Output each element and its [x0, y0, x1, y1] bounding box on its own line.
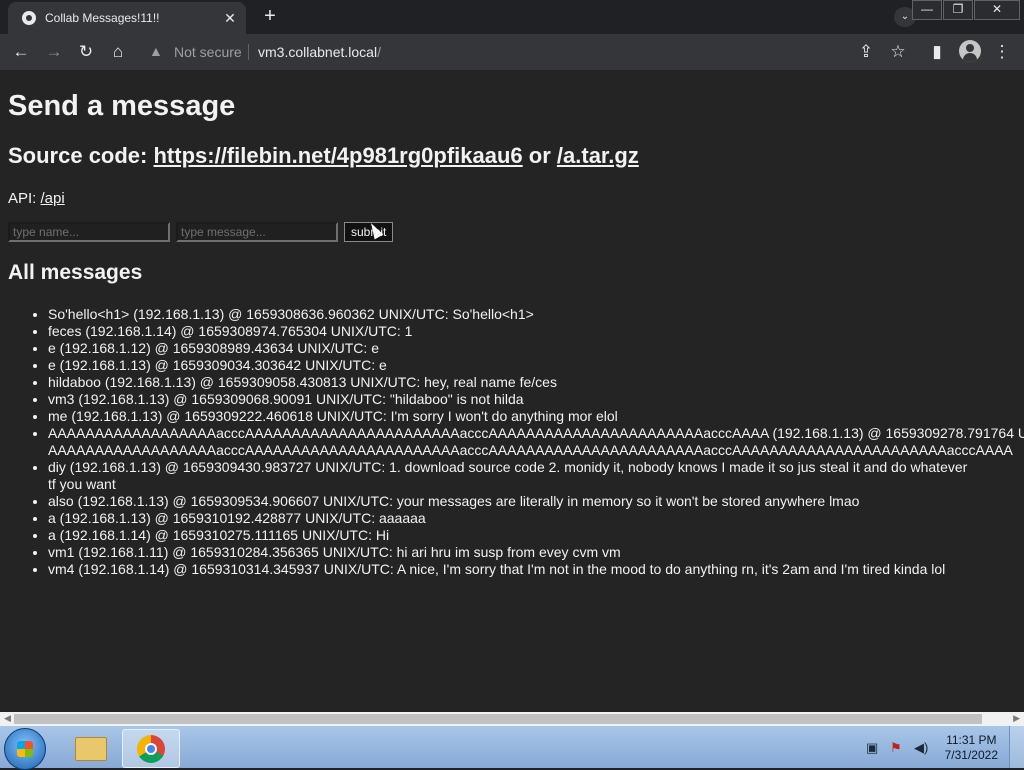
messages-list: So'hello<h1> (192.168.1.13) @ 1659308636…: [8, 306, 1024, 578]
close-window-button[interactable]: ✕: [974, 0, 1020, 20]
home-button[interactable]: ⌂: [107, 41, 129, 63]
scroll-right-arrow-icon[interactable]: ▶: [1013, 713, 1020, 724]
tab-active[interactable]: Collab Messages!11!! ✕: [8, 2, 246, 34]
list-item: a (192.168.1.14) @ 1659310275.111165 UNI…: [48, 527, 1024, 544]
list-item: vm3 (192.168.1.13) @ 1659309068.90091 UN…: [48, 391, 1024, 408]
warning-icon[interactable]: ▲: [149, 43, 163, 59]
source-code-heading: Source code: https://filebin.net/4p981rg…: [8, 143, 639, 169]
taskbar-chrome[interactable]: [122, 729, 180, 768]
bookmark-star-icon[interactable]: ☆: [887, 41, 909, 63]
page-title: Send a message: [8, 90, 236, 122]
show-desktop-button[interactable]: [1009, 726, 1024, 768]
address-bar[interactable]: ▲ Not secure vm3.collabnet.local/: [140, 38, 840, 66]
message-input[interactable]: [176, 222, 338, 242]
url-path: /: [377, 44, 381, 60]
forward-button[interactable]: →: [43, 41, 65, 63]
tab-title: Collab Messages!11!!: [45, 11, 160, 25]
system-clock[interactable]: 11:31 PM 7/31/2022: [945, 733, 998, 763]
reload-button[interactable]: ↻: [75, 41, 97, 63]
list-item: feces (192.168.1.14) @ 1659308974.765304…: [48, 323, 1024, 340]
start-button[interactable]: [4, 728, 46, 770]
messages-heading: All messages: [8, 261, 143, 284]
list-item: hildaboo (192.168.1.13) @ 1659309058.430…: [48, 374, 1024, 391]
browser-menu-icon[interactable]: ⋮: [991, 41, 1013, 63]
list-item: So'hello<h1> (192.168.1.13) @ 1659308636…: [48, 306, 1024, 323]
taskbar-explorer[interactable]: [62, 729, 118, 766]
list-item: vm4 (192.168.1.14) @ 1659310314.345937 U…: [48, 561, 1024, 578]
profile-avatar-icon[interactable]: [959, 40, 981, 62]
minimize-button[interactable]: —: [912, 0, 942, 20]
site-favicon-icon: [22, 11, 36, 25]
list-item: vm1 (192.168.1.11) @ 1659310284.356365 U…: [48, 544, 1024, 561]
source-prefix: Source code:: [8, 143, 154, 168]
api-line: API: /api: [8, 190, 65, 207]
scroll-left-arrow-icon[interactable]: ◀: [4, 713, 11, 724]
side-panel-icon[interactable]: ▮: [926, 41, 948, 63]
security-label[interactable]: Not secure: [174, 44, 242, 60]
list-item: diy (192.168.1.13) @ 1659309430.983727 U…: [48, 459, 978, 493]
source-link-tarball[interactable]: /a.tar.gz: [557, 143, 639, 168]
list-item: also (192.168.1.13) @ 1659309534.906607 …: [48, 493, 1024, 510]
url-text[interactable]: vm3.collabnet.local/: [258, 44, 381, 60]
chrome-icon: [137, 735, 165, 763]
scrollbar-thumb[interactable]: [14, 714, 982, 724]
list-item: me (192.168.1.13) @ 1659309222.460618 UN…: [48, 408, 1024, 425]
omnibox-divider: [248, 44, 249, 60]
page-content: Send a message Source code: https://file…: [0, 70, 1024, 712]
list-item: a (192.168.1.13) @ 1659310192.428877 UNI…: [48, 510, 1024, 527]
volume-icon[interactable]: ◀): [914, 740, 928, 756]
horizontal-scrollbar[interactable]: ◀ ▶: [0, 712, 1024, 726]
list-item: AAAAAAAAAAAAAAAAAAacccAAAAAAAAAAAAAAAAAA…: [48, 425, 1024, 459]
taskbar: ▣ ⚑ ◀) 11:31 PM 7/31/2022: [0, 726, 1024, 770]
name-input[interactable]: [8, 222, 170, 242]
list-item: e (192.168.1.13) @ 1659309034.303642 UNI…: [48, 357, 1024, 374]
restore-button[interactable]: ❐: [943, 0, 973, 20]
source-or: or: [522, 143, 557, 168]
clock-time: 11:31 PM: [946, 733, 997, 747]
new-tab-button[interactable]: +: [258, 5, 282, 27]
browser-toolbar: ← → ↻ ⌂ ▲ Not secure vm3.collabnet.local…: [0, 34, 1024, 70]
api-prefix: API:: [8, 190, 41, 207]
api-link[interactable]: /api: [41, 190, 65, 207]
windows-logo-icon: [17, 741, 33, 757]
clock-date: 7/31/2022: [944, 748, 998, 762]
flag-icon[interactable]: ⚑: [890, 740, 902, 756]
source-link-filebin[interactable]: https://filebin.net/4p981rg0pfikaau6: [153, 143, 522, 168]
window-controls: — ❐ ✕: [911, 0, 1020, 20]
list-item: e (192.168.1.12) @ 1659308989.43634 UNIX…: [48, 340, 1024, 357]
folder-icon: [75, 737, 107, 761]
browser-title-bar: Collab Messages!11!! ✕ + ⌄ — ❐ ✕: [0, 0, 1024, 34]
message-form: submit: [8, 222, 394, 242]
tab-close-icon[interactable]: ✕: [220, 10, 240, 27]
url-host: vm3.collabnet.local: [258, 44, 378, 60]
network-icon[interactable]: ▣: [866, 740, 878, 756]
share-icon[interactable]: ⇪: [855, 41, 877, 63]
back-button[interactable]: ←: [10, 41, 32, 63]
